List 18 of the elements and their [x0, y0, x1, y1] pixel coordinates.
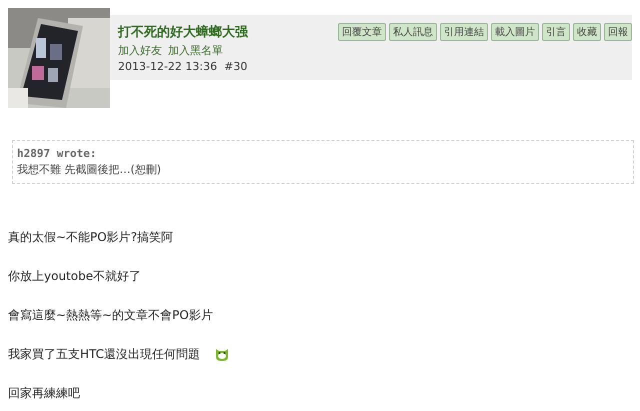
- post-text: 回家再練練吧: [8, 384, 80, 402]
- action-button[interactable]: 回覆文章: [338, 23, 386, 41]
- action-button[interactable]: 回報: [604, 23, 632, 41]
- post-text: 我家買了五支HTC還沒出現任何問題: [8, 346, 200, 362]
- post-text: 真的太假~不能PO影片?搞笑阿: [8, 228, 174, 246]
- post-date: 2013-12-22 13:36 #30: [118, 60, 248, 73]
- post-text: 會寫這麼~熱熱等~的文章不會PO影片: [8, 306, 213, 324]
- profile-link[interactable]: 加入好友: [118, 43, 162, 58]
- post-text: 你放上youtobe不就好了: [8, 268, 142, 284]
- author-name[interactable]: 打不死的好大蟑螂大强: [118, 23, 248, 41]
- action-button[interactable]: 載入圖片: [491, 23, 539, 41]
- action-button[interactable]: 收藏: [573, 23, 601, 41]
- profile-link[interactable]: 加入黑名單: [168, 43, 223, 58]
- action-button[interactable]: 私人訊息: [389, 23, 437, 41]
- action-button[interactable]: 引用連結: [440, 23, 488, 41]
- quote-text: 我想不難 先截圖後把…(恕刪): [17, 162, 162, 177]
- action-button[interactable]: 引言: [542, 23, 570, 41]
- quote-author: h2897 wrote:: [17, 147, 98, 160]
